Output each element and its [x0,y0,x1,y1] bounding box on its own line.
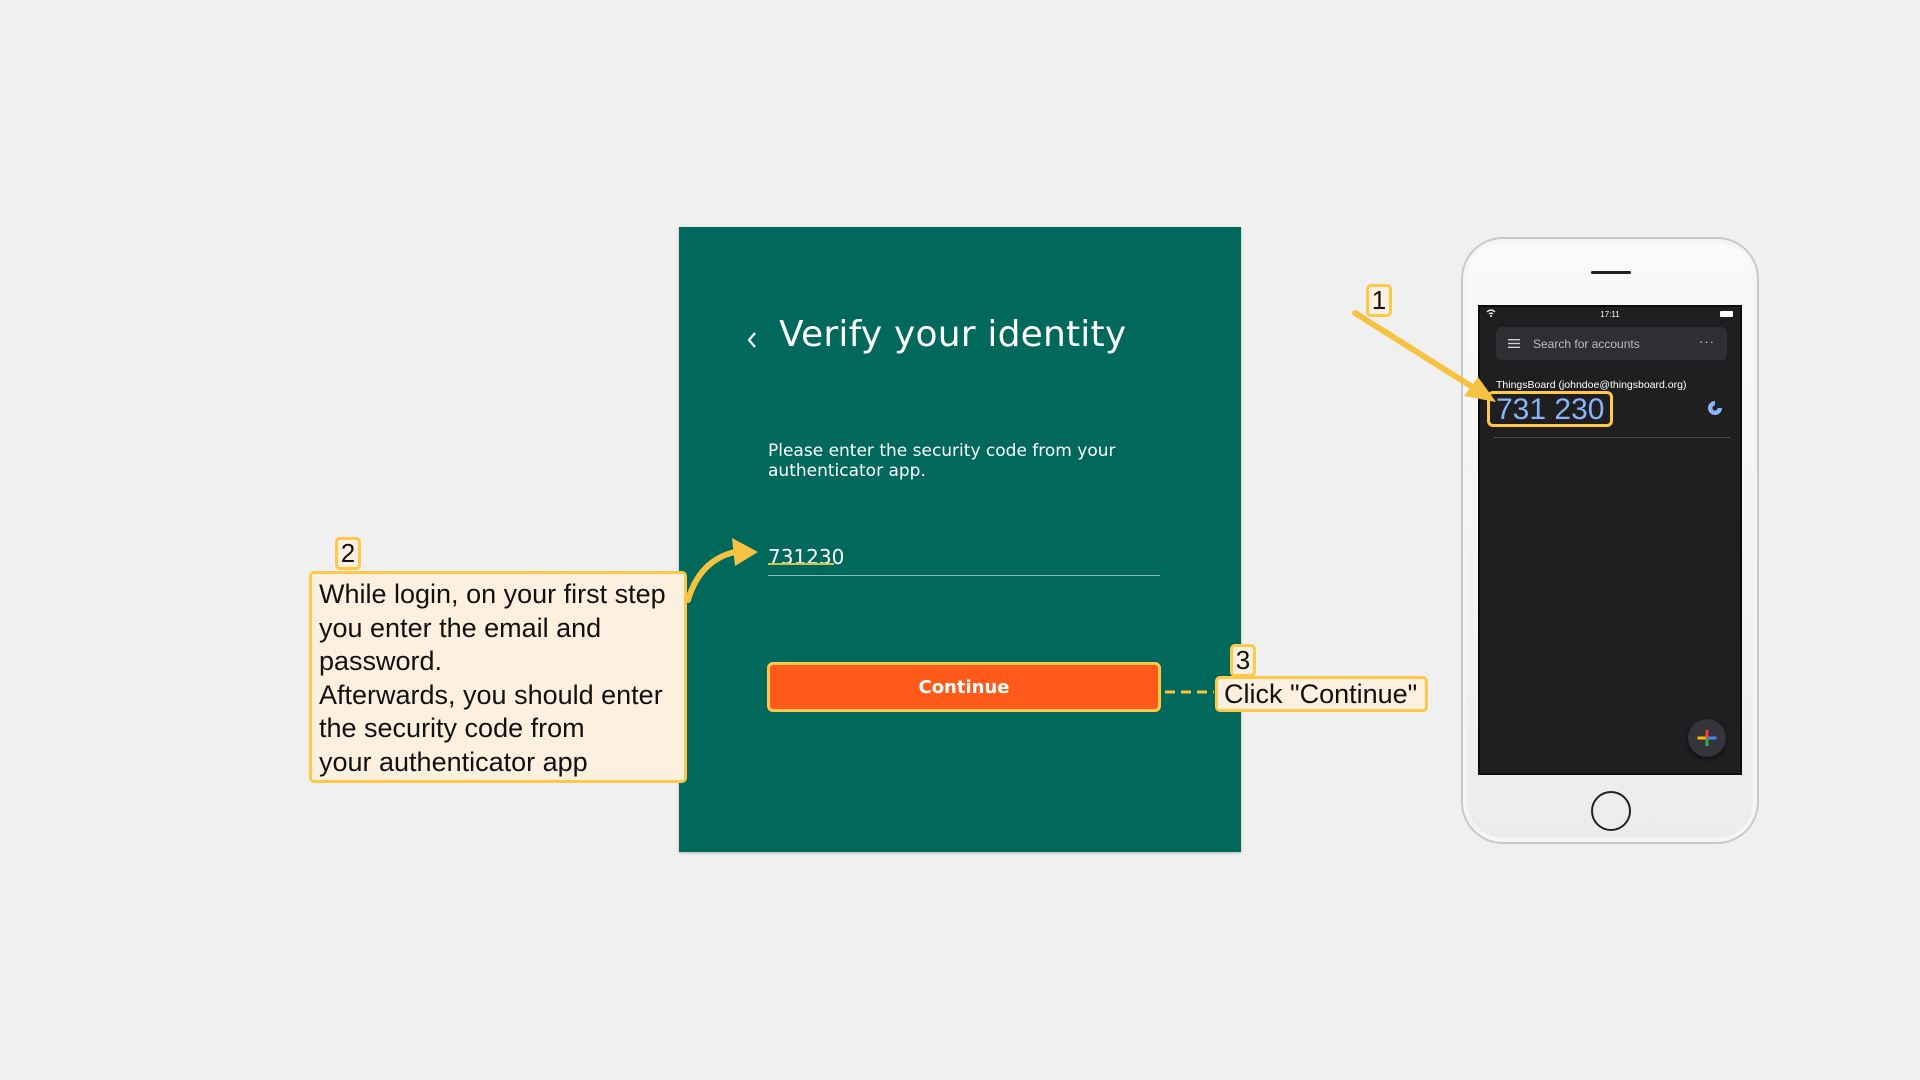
callout-badge-3: 3 [1230,644,1256,677]
countdown-timer-icon [1708,401,1722,415]
phone-speaker [1591,271,1631,274]
continue-button[interactable]: Continue [767,662,1161,712]
callout-line: you enter the email and [319,612,602,643]
callout-badge-2: 2 [335,537,361,570]
callout-login-instructions: While login, on your first step you ente… [309,571,687,783]
battery-icon [1720,311,1733,317]
phone-home-button[interactable] [1591,791,1631,831]
security-code-input[interactable] [768,539,1160,576]
more-options-icon[interactable]: ··· [1699,334,1715,349]
account-name: ThingsBoard (johndoe@thingsboard.org) [1496,379,1687,391]
verify-identity-card: Verify your identity Please enter the se… [679,227,1241,852]
phone-mockup: 17:11 Search for accounts ··· ThingsBoar… [1461,237,1759,844]
callout-line: Afterwards, you should enter [319,679,663,710]
add-account-button[interactable] [1688,719,1726,757]
authenticator-screen: 17:11 Search for accounts ··· ThingsBoar… [1478,305,1742,775]
chevron-left-icon [747,332,756,348]
callout-click-continue: Click "Continue" [1215,676,1428,712]
search-placeholder: Search for accounts [1533,337,1640,351]
callout-line: password. [319,646,443,676]
input-focus-underline [768,563,834,565]
menu-icon[interactable] [1508,339,1520,348]
instruction-text: Please enter the security code from your… [768,441,1116,481]
status-time: 17:11 [1600,310,1620,319]
plus-icon [1697,730,1717,746]
callout-badge-1: 1 [1366,284,1392,317]
callout-line: the security code from [319,713,585,743]
account-code[interactable]: 731 230 [1487,391,1614,427]
callout-line: While login, on your first step [319,579,666,609]
page-title: Verify your identity [779,314,1127,355]
status-bar: 17:11 [1480,307,1740,323]
callout-line: your authenticator app [319,746,588,777]
arrow-to-code [1352,310,1477,391]
list-divider [1494,437,1730,438]
account-search-bar[interactable]: Search for accounts ··· [1496,327,1727,360]
back-button[interactable] [734,322,770,358]
